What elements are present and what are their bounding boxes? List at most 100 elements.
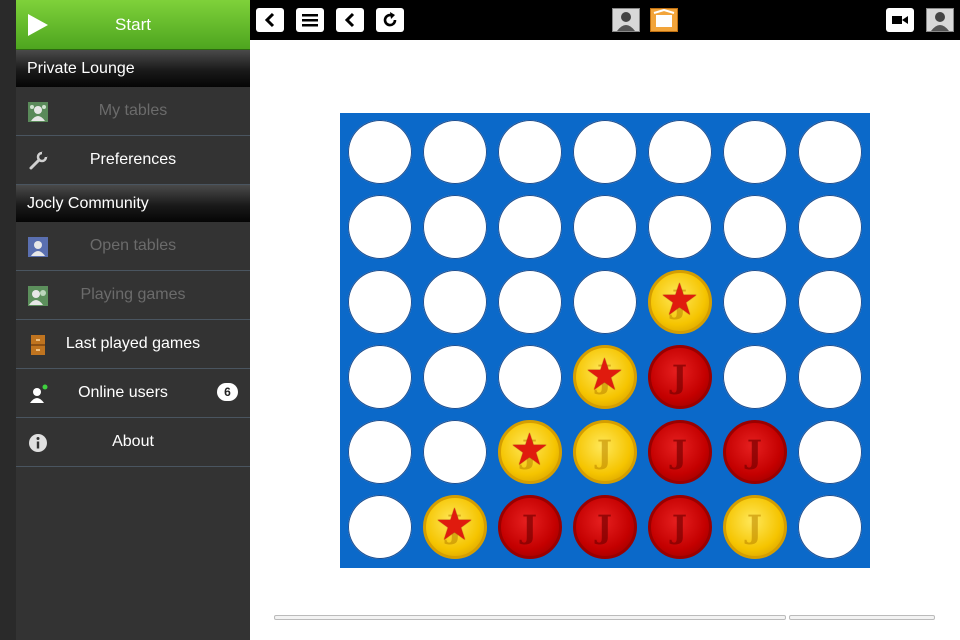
disc-emblem-icon: J [746, 508, 763, 546]
back-icon [264, 12, 275, 28]
board-slot[interactable] [497, 270, 562, 334]
yellow-disc[interactable]: J ★ [422, 495, 487, 559]
sidebar-item-preferences[interactable]: Preferences [16, 136, 250, 185]
sidebar-item-label: Open tables [89, 237, 177, 254]
board-slot[interactable] [572, 270, 637, 334]
winning-star-icon: ★ [434, 500, 475, 550]
board-slot[interactable] [347, 495, 412, 559]
yellow-disc[interactable]: J ★ [647, 270, 712, 334]
red-disc[interactable]: J [572, 495, 637, 559]
refresh-icon [383, 12, 397, 27]
back-button[interactable] [256, 8, 284, 32]
board-slot[interactable] [422, 345, 487, 409]
board-slot[interactable] [722, 345, 787, 409]
board-slot[interactable] [497, 195, 562, 259]
board-slot[interactable] [572, 120, 637, 184]
disc-emblem-icon: J [521, 508, 538, 546]
winning-star-icon: ★ [509, 425, 550, 475]
board-slot[interactable] [797, 270, 862, 334]
red-disc[interactable]: J [647, 345, 712, 409]
disc-emblem-icon: J [671, 358, 688, 396]
board-slot[interactable] [797, 120, 862, 184]
player-one-progress-bar [274, 615, 786, 620]
playing-games-icon [28, 286, 48, 306]
sidebar-item-open-tables[interactable]: Open tables [16, 222, 250, 271]
start-button-label: Start [115, 14, 151, 34]
online-users-count-badge: 6 [217, 383, 238, 401]
red-disc[interactable]: J [647, 495, 712, 559]
section-header-private-lounge: Private Lounge [16, 50, 250, 87]
disc-emblem-icon: J [596, 433, 613, 471]
wrench-icon [29, 151, 48, 170]
player-avatar-icon[interactable] [612, 8, 640, 32]
board-slot[interactable] [797, 195, 862, 259]
section-header-jocly-community: Jocly Community [16, 185, 250, 222]
top-toolbar [250, 0, 960, 40]
red-disc[interactable]: J [647, 420, 712, 484]
disc-emblem-icon: J [596, 508, 613, 546]
board-slot[interactable] [797, 420, 862, 484]
disc-emblem-icon: J [671, 433, 688, 471]
sidebar-item-label: Online users [78, 384, 168, 401]
winning-star-icon: ★ [584, 350, 625, 400]
board-slot[interactable] [797, 495, 862, 559]
open-tables-icon [28, 237, 48, 257]
sidebar: Start Private Lounge My tables Preferenc… [16, 0, 250, 640]
board-slot[interactable] [572, 195, 637, 259]
board-slot[interactable] [797, 345, 862, 409]
menu-button[interactable] [296, 8, 324, 32]
left-edge-strip [0, 0, 16, 640]
board-slot[interactable] [722, 270, 787, 334]
board-slot[interactable] [497, 345, 562, 409]
sidebar-item-last-played-games[interactable]: Last played games [16, 320, 250, 369]
board-slot[interactable] [647, 120, 712, 184]
sidebar-item-label: Preferences [89, 151, 177, 168]
player-avatar-icon[interactable] [926, 8, 954, 32]
board-slot[interactable] [347, 345, 412, 409]
board-slot[interactable] [422, 120, 487, 184]
sidebar-item-label: About [112, 433, 154, 450]
board-slot[interactable] [722, 195, 787, 259]
board-slot[interactable] [647, 195, 712, 259]
yellow-disc[interactable]: J [722, 495, 787, 559]
board-slot[interactable] [422, 195, 487, 259]
board-slot[interactable] [347, 195, 412, 259]
winning-star-icon: ★ [659, 275, 700, 325]
board-slot[interactable] [497, 120, 562, 184]
yellow-disc[interactable]: J [572, 420, 637, 484]
cabinet-icon [31, 335, 45, 355]
video-camera-button[interactable] [886, 8, 914, 32]
disc-emblem-icon: J [671, 508, 688, 546]
board-slot[interactable] [722, 120, 787, 184]
sidebar-item-about[interactable]: About [16, 418, 250, 467]
yellow-disc[interactable]: J ★ [497, 420, 562, 484]
play-icon [28, 14, 48, 36]
video-camera-icon [892, 16, 908, 24]
refresh-button[interactable] [376, 8, 404, 32]
my-tables-icon [28, 102, 48, 122]
menu-icon [302, 14, 318, 27]
board-slot[interactable] [347, 270, 412, 334]
disc-emblem-icon: J [746, 433, 763, 471]
sidebar-item-label: Playing games [80, 286, 186, 303]
info-icon [29, 434, 47, 452]
sidebar-item-my-tables[interactable]: My tables [16, 87, 250, 136]
previous-button[interactable] [336, 8, 364, 32]
board-slot[interactable] [422, 420, 487, 484]
sidebar-item-label: My tables [98, 102, 168, 119]
start-button[interactable]: Start [16, 0, 250, 50]
board-slot[interactable] [347, 420, 412, 484]
sidebar-item-playing-games[interactable]: Playing games [16, 271, 250, 320]
yellow-disc[interactable]: J ★ [572, 345, 637, 409]
previous-icon [344, 12, 355, 28]
red-disc[interactable]: J [497, 495, 562, 559]
player-two-progress-bar [789, 615, 935, 620]
sidebar-item-online-users[interactable]: Online users 6 [16, 369, 250, 418]
online-user-icon [30, 384, 48, 403]
board-slot[interactable] [422, 270, 487, 334]
connect-four-board: J ★ J ★ J J ★ J J J J ★ J J J J [340, 113, 870, 568]
red-disc[interactable]: J [722, 420, 787, 484]
game-icon[interactable] [650, 8, 678, 32]
board-slot[interactable] [347, 120, 412, 184]
sidebar-item-label: Last played games [65, 335, 201, 352]
